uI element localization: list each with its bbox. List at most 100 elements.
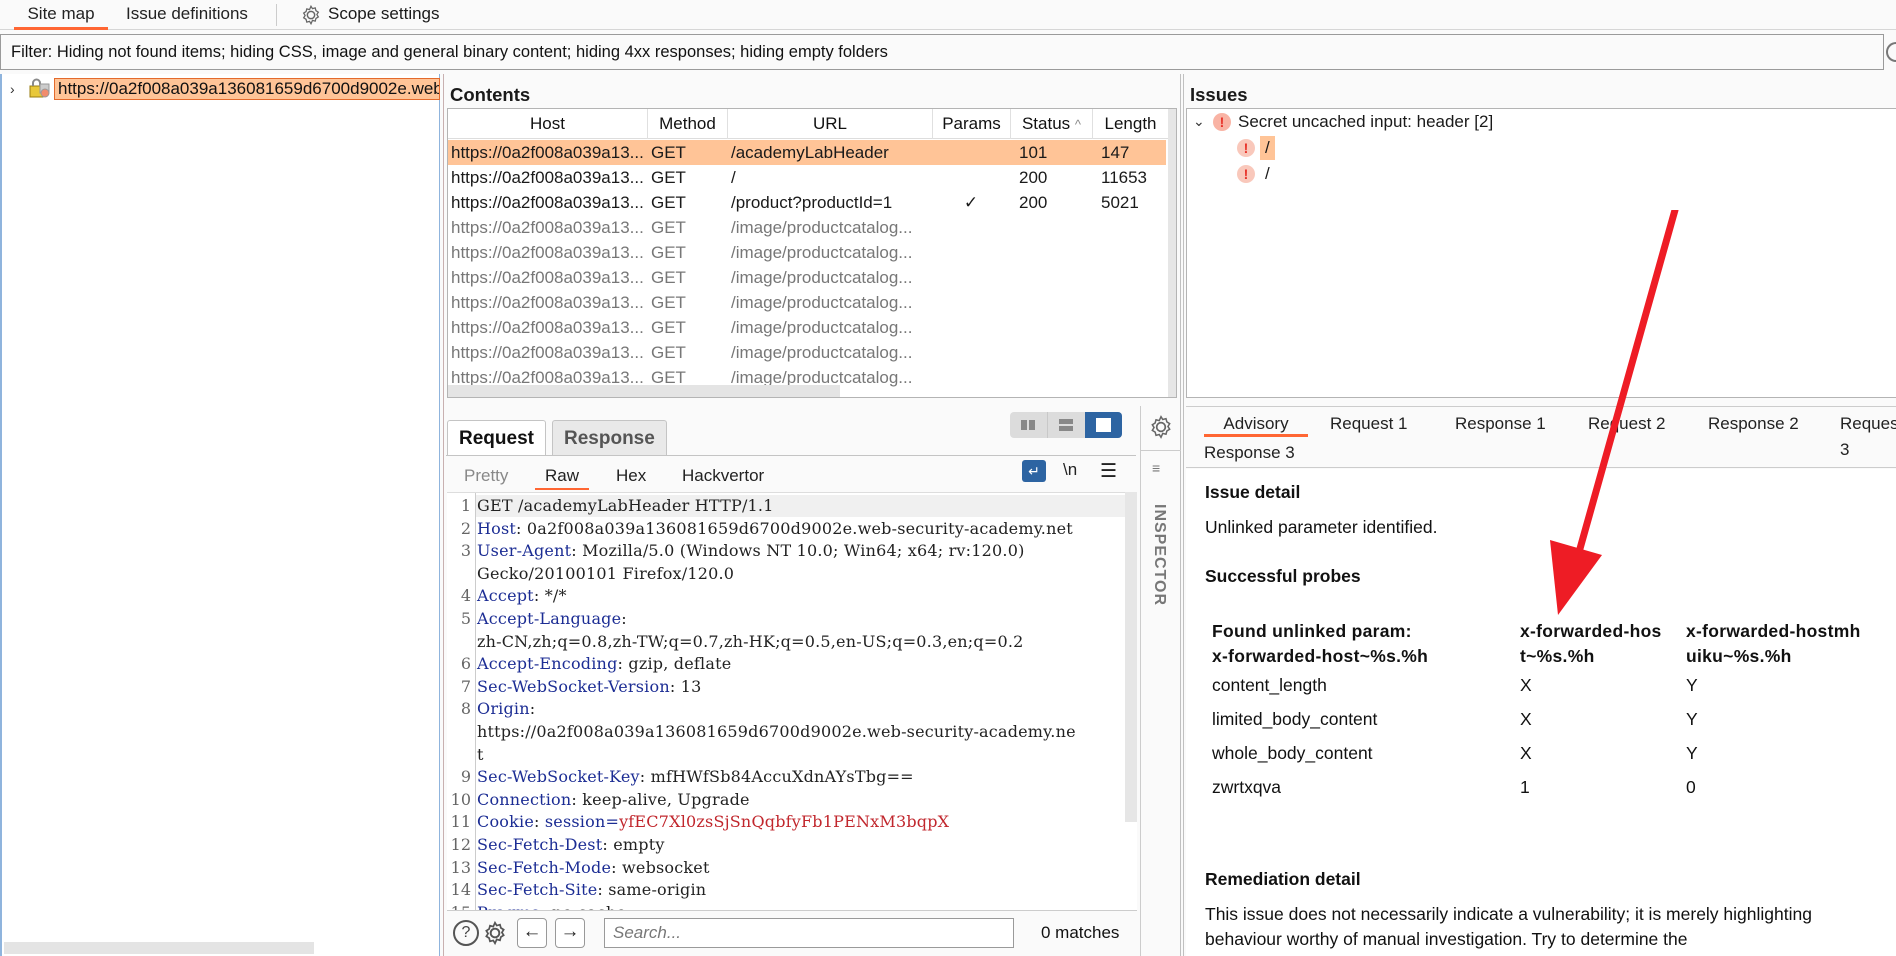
issue-detail-heading: Issue detail xyxy=(1205,482,1301,502)
probe-metric: content_length xyxy=(1212,675,1327,695)
inspector-divider xyxy=(1141,450,1181,451)
line-number: 12 xyxy=(450,835,471,854)
tab-response-2[interactable]: Response 2 xyxy=(1688,411,1799,437)
line-number: 13 xyxy=(450,857,471,877)
lock-icon xyxy=(29,78,50,98)
subtab-pretty[interactable]: Pretty xyxy=(464,462,508,490)
probe-header-label: Found unlinked param: x-forwarded-host~%… xyxy=(1212,621,1429,666)
issue-item-selected[interactable]: / xyxy=(1260,136,1275,160)
filter-refresh-icon[interactable] xyxy=(1886,42,1896,62)
subtab-hackvertor[interactable]: Hackvertor xyxy=(682,462,764,490)
chevron-down-icon[interactable]: ⌄ xyxy=(1193,113,1205,130)
issue-severity-icon: ! xyxy=(1213,113,1231,131)
probe-metric: whole_body_content xyxy=(1212,743,1373,763)
show-newlines-toggle[interactable]: \n xyxy=(1063,460,1077,480)
cell-status: 101 xyxy=(1019,143,1048,162)
cell-method: GET xyxy=(651,293,686,312)
tab-request[interactable]: Request xyxy=(447,420,546,456)
issue-item[interactable]: / xyxy=(1265,162,1270,186)
cell-host: https://0a2f008a039a13... xyxy=(451,243,644,262)
next-match-button[interactable]: → xyxy=(555,918,585,948)
column-header-params[interactable]: Params xyxy=(933,109,1011,139)
single-view-button[interactable] xyxy=(1085,412,1122,438)
wrap-icon: ↵ xyxy=(1028,463,1040,479)
table-row[interactable]: https://0a2f008a039a13... GET/academyLabH… xyxy=(448,140,1166,165)
tree-horizontal-scrollbar[interactable] xyxy=(4,942,314,954)
table-row[interactable]: https://0a2f008a039a13... GET/image/produ… xyxy=(448,290,1166,315)
code-line: zh-CN,zh;q=0.8,zh-TW;q=0.7,zh-HK;q=0.5,e… xyxy=(477,631,1024,651)
table-row[interactable]: https://0a2f008a039a13... GET/image/produ… xyxy=(448,265,1166,290)
tab-response-3[interactable]: Response 3 xyxy=(1204,440,1295,466)
contents-horizontal-scrollbar[interactable] xyxy=(448,385,840,397)
column-header-length[interactable]: Length xyxy=(1093,109,1168,139)
cell-url: /image/productcatalog... xyxy=(731,293,913,312)
column-header-method[interactable]: Method xyxy=(648,109,728,139)
probe-value: X xyxy=(1520,743,1532,763)
code-line: Sec-Fetch-Mode: websocket xyxy=(477,857,710,877)
table-row[interactable]: https://0a2f008a039a13... GET/image/produ… xyxy=(448,215,1166,240)
code-line: t xyxy=(477,744,484,764)
column-header-host[interactable]: Host xyxy=(448,109,648,139)
cell-length: 147 xyxy=(1101,143,1130,162)
header-name: Cookie xyxy=(477,812,534,832)
code-line: Accept-Language: xyxy=(477,609,627,628)
chevron-right-icon[interactable]: › xyxy=(10,81,15,97)
line-number: 6 xyxy=(460,654,471,674)
tab-advisory[interactable]: Advisory xyxy=(1204,411,1308,437)
tab-request-3[interactable]: Request 3 xyxy=(1820,411,1896,459)
editor-menu-icon[interactable]: ☰ xyxy=(1100,460,1117,483)
word-wrap-toggle[interactable]: ↵ xyxy=(1022,460,1046,482)
tab-response-1[interactable]: Response 1 xyxy=(1435,411,1546,437)
issue-group-label[interactable]: Secret uncached input: header [2] xyxy=(1238,112,1493,132)
cookie-value: yfEC7Xl0zsSjSnQqbfyFb1PENxM3bqpX xyxy=(619,812,950,832)
gear-icon[interactable] xyxy=(482,920,508,946)
issue-severity-icon: ! xyxy=(1237,165,1255,183)
subtab-hex[interactable]: Hex xyxy=(616,462,646,490)
table-row[interactable]: https://0a2f008a039a13... GET/image/produ… xyxy=(448,340,1166,365)
scope-settings-button[interactable]: Scope settings xyxy=(300,3,440,25)
column-header-status[interactable]: Status ^ xyxy=(1011,109,1093,139)
center-splitter[interactable] xyxy=(1180,74,1184,956)
split-vertical-view-button[interactable] xyxy=(1010,412,1047,438)
table-row[interactable]: https://0a2f008a039a13... GET / 200 11653 xyxy=(448,165,1166,190)
advisory-content: Issue detail Unlinked parameter identifi… xyxy=(1186,469,1896,956)
contents-vertical-scrollbar[interactable] xyxy=(1168,109,1176,397)
code-line: Cookie: session=yfEC7Xl0zsSjSnQqbfyFb1PE… xyxy=(477,812,950,832)
tab-site-map[interactable]: Site map xyxy=(14,3,108,30)
line-number: 10 xyxy=(450,789,471,809)
column-header-url[interactable]: URL xyxy=(728,109,933,139)
tab-request-2[interactable]: Request 2 xyxy=(1568,411,1666,437)
gutter-divider xyxy=(475,493,476,910)
header-name: Accept xyxy=(477,586,534,606)
issue-detail-text: Unlinked parameter identified. xyxy=(1205,517,1438,537)
cell-url: /image/productcatalog... xyxy=(731,218,913,237)
code-line: Sec-Fetch-Dest: empty xyxy=(477,835,665,854)
table-row[interactable]: https://0a2f008a039a13... GET/product?pro… xyxy=(448,190,1166,215)
request-editor[interactable]: 1 GET /academyLabHeader HTTP/1.1 2 Host: 0a… xyxy=(447,492,1137,910)
inspector-label[interactable]: INSPECTOR xyxy=(1150,504,1168,606)
previous-match-button[interactable]: ← xyxy=(517,918,547,948)
issue-severity-icon: ! xyxy=(1237,139,1255,157)
line-number: 14 xyxy=(450,880,471,900)
cell-host: https://0a2f008a039a13... xyxy=(451,143,644,162)
split-horizontal-view-button[interactable] xyxy=(1047,412,1084,438)
gear-icon[interactable] xyxy=(1148,414,1174,440)
editor-vertical-scrollbar[interactable] xyxy=(1125,492,1137,822)
inspector-menu-icon[interactable]: ≡ xyxy=(1152,461,1170,475)
cell-method: GET xyxy=(651,318,686,337)
tab-issue-definitions[interactable]: Issue definitions xyxy=(122,3,252,30)
table-row[interactable]: https://0a2f008a039a13... GET/image/produ… xyxy=(448,315,1166,340)
left-splitter[interactable] xyxy=(440,74,444,956)
tree-item-root-url[interactable]: https://0a2f008a039a136081659d6700d9002e… xyxy=(54,78,440,100)
search-input[interactable] xyxy=(604,918,1014,948)
tab-response[interactable]: Response xyxy=(552,420,667,456)
table-row[interactable]: https://0a2f008a039a13... GET/image/produ… xyxy=(448,240,1166,265)
tab-request-1[interactable]: Request 1 xyxy=(1316,411,1408,437)
arrow-left-icon: ← xyxy=(522,921,542,942)
cell-method: GET xyxy=(651,193,686,212)
probe-value: Y xyxy=(1686,743,1698,763)
probe-value: Y xyxy=(1686,675,1698,695)
help-icon[interactable]: ? xyxy=(453,920,479,946)
subtab-raw[interactable]: Raw xyxy=(535,462,590,490)
filter-bar[interactable]: Filter: Hiding not found items; hiding C… xyxy=(0,34,1884,70)
